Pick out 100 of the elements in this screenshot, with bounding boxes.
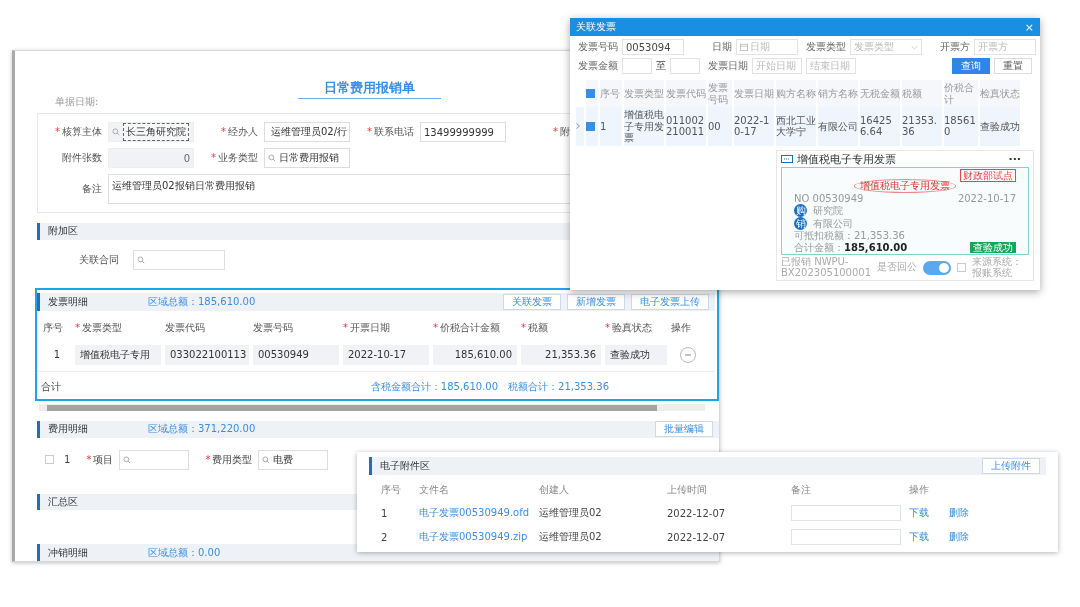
status-cell: 查验成功 — [605, 344, 667, 365]
invoice-type-select[interactable]: 增值税电子专用 — [75, 344, 161, 365]
table-cell: 2022-10-17 — [734, 107, 774, 146]
file-link[interactable]: 电子发票00530949.zip — [419, 531, 528, 542]
column-header: 上传时间 — [667, 483, 708, 497]
toggle-label: 是否回公 — [877, 262, 918, 273]
upload-button[interactable]: 上传附件 — [982, 458, 1040, 474]
column-header: 发票号码 — [253, 320, 294, 335]
filter-label: 开票方 — [939, 40, 970, 54]
table-cell: 185,610.00 — [433, 344, 517, 365]
table-cell: 185610 — [944, 107, 978, 146]
dialog-title: 关联发票 — [576, 20, 616, 34]
party-name: 有限公司 — [813, 217, 853, 230]
column-header: 发票类型 — [624, 80, 664, 107]
action-link[interactable]: 删除 — [949, 531, 969, 542]
party-badge: 销 — [794, 217, 807, 231]
status-badge: 查验成功 — [970, 241, 1016, 254]
batch-edit-button[interactable]: 批量编辑 — [655, 421, 713, 438]
action-link[interactable]: 删除 — [949, 507, 969, 518]
input-field[interactable]: 13499999999 — [420, 122, 506, 142]
search-field[interactable]: 电费 — [258, 449, 329, 470]
party-name: 研究院 — [813, 204, 843, 217]
section-button[interactable]: 关联发票 — [503, 293, 561, 310]
section-total: 区域总额：371,220.00 — [148, 422, 256, 437]
column-header: 发票日期 — [734, 80, 774, 107]
table-cell: 164256.64 — [860, 107, 900, 146]
invoice-date: 2022-10-17 — [957, 192, 1016, 205]
input-field[interactable]: 0053094 — [622, 39, 684, 55]
field-label: * 核算主体 — [54, 125, 102, 139]
field-label: * 附 — [552, 125, 570, 139]
field-label: 关联合同 — [78, 252, 119, 267]
section-title: 汇总区 — [48, 495, 79, 509]
date-field[interactable]: 2022-10-17 — [343, 344, 429, 365]
column-header: 备注 — [791, 483, 812, 497]
range-separator: 至 — [656, 59, 666, 73]
column-header: 创建人 — [539, 483, 570, 497]
column-header: 税额 — [902, 80, 942, 107]
pilot-stamp: 财政部试点 — [960, 168, 1016, 183]
field-label: * 联系电话 — [366, 125, 414, 139]
column-header: 发票代码 — [165, 320, 206, 335]
field-label: * 业务类型 — [210, 151, 258, 165]
column-header: 发票代码 — [666, 80, 706, 107]
field-label: * 费用类型 — [205, 452, 253, 467]
table-cell-text: 运维管理员02 — [539, 506, 603, 520]
filter-label: 发票日期 — [707, 59, 748, 73]
column-header: 无税金额 — [860, 80, 900, 107]
column-header: * 发票类型 — [75, 320, 123, 335]
document-title: 日常费用报销单 — [297, 79, 441, 99]
search-button[interactable]: 查询 — [952, 58, 990, 74]
column-header: 发票号码 — [708, 80, 732, 107]
row-number: 1 — [52, 348, 62, 363]
section-button[interactable]: 电子发票上传 — [631, 293, 709, 310]
card-title: 增值税电子专用发票 — [797, 152, 896, 166]
row-number: 2 — [381, 530, 389, 545]
table-cell: 00 — [708, 107, 732, 146]
table-cell: 00530949 — [253, 344, 339, 365]
column-header: 序号 — [43, 320, 64, 335]
source-text: 来源系统：报账系统 — [972, 257, 1024, 279]
table-cell: 033022100113 — [165, 344, 249, 365]
column-header: 序号 — [381, 483, 402, 497]
tax-total: 税额合计：21,353.36 — [508, 379, 609, 394]
close-button[interactable]: × — [1024, 20, 1034, 34]
more-button[interactable]: ··· — [1008, 152, 1021, 166]
column-header: 销方名称 — [818, 80, 858, 107]
table-cell: 1 — [600, 107, 622, 146]
total-label: 合计 — [41, 379, 61, 394]
table-cell-text: 2022-12-07 — [667, 530, 727, 545]
date-label: 单据日期: — [55, 95, 99, 109]
filter-label: 发票类型 — [805, 40, 846, 54]
section-title: 发票明细 — [48, 294, 89, 309]
search-field[interactable]: 日常费用报销 — [264, 148, 350, 168]
table-cell-text: 运维管理员02 — [539, 530, 603, 544]
column-header: 序号 — [600, 80, 622, 107]
section-title: 电子附件区 — [380, 459, 431, 473]
field-label: * 项目 — [86, 452, 114, 467]
section-title: 附加区 — [48, 224, 79, 239]
table-cell: 有限公司 — [818, 107, 858, 146]
file-link[interactable]: 电子发票00530949.ofd — [419, 507, 530, 518]
action-link[interactable]: 下载 — [909, 507, 929, 518]
column-header: * 开票日期 — [343, 320, 391, 335]
column-header: 购方名称 — [776, 80, 816, 107]
column-header: 操作 — [909, 483, 930, 497]
filter-label: 发票金额 — [577, 59, 618, 73]
table-cell: 查验成功 — [980, 107, 1020, 146]
column-header: * 验真状态 — [605, 320, 653, 335]
search-field[interactable]: 运维管理员02/行 — [264, 122, 350, 142]
reset-button[interactable]: 重置 — [994, 58, 1032, 74]
table-cell: 增值税电子专用发票 — [624, 107, 664, 146]
column-header: 价税合计 — [944, 80, 978, 107]
filter-label: 日期 — [711, 40, 732, 54]
section-button[interactable]: 新增发票 — [567, 293, 625, 310]
section-total: 区域总额：0.00 — [148, 545, 221, 560]
amount-total: 含税金额合计：185,610.00 — [370, 379, 499, 394]
table-cell: 西北工业大学宁 — [776, 107, 816, 146]
action-link[interactable]: 下载 — [909, 531, 929, 542]
reimbursed-text: 已报销 NWPU-BX202305100001 — [781, 257, 872, 279]
column-header: 操作 — [671, 320, 692, 335]
table-cell-text: 2022-12-07 — [667, 506, 727, 521]
column-header: * 税额 — [521, 320, 549, 335]
deductible-tax: 可抵扣税额：21,353.36 — [794, 230, 906, 242]
